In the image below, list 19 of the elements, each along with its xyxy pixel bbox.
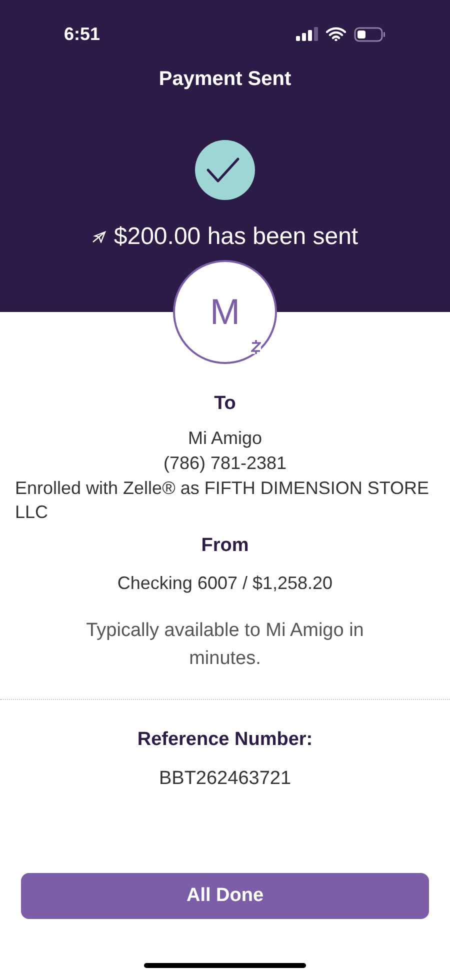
screen-title: Payment Sent xyxy=(158,67,292,92)
reference-label: Reference Number: xyxy=(137,728,313,752)
checkmark-icon xyxy=(194,139,256,201)
zelle-z-icon xyxy=(251,340,261,354)
status-time: 6:51 xyxy=(64,22,100,46)
reference-number: BBT262463721 xyxy=(158,766,292,790)
battery-icon xyxy=(354,26,386,42)
availability-note: Typically available to Mi Amigo in minutes. xyxy=(85,619,365,671)
paper-plane-icon xyxy=(92,231,106,243)
all-done-button[interactable]: All Done xyxy=(21,873,429,919)
signal-icon xyxy=(296,27,318,41)
recipient-name: Mi Amigo xyxy=(188,426,262,450)
enrollment-text: Enrolled with Zelle® as FIFTH DIMENSION STORE LLC xyxy=(14,476,430,524)
to-label: To xyxy=(214,392,236,416)
recipient-phone: (786) 781-2381 xyxy=(163,452,287,474)
amount-message: $200.00 has been sent xyxy=(114,222,358,252)
wifi-icon xyxy=(326,27,346,41)
from-label: From xyxy=(201,534,249,558)
account-info: Checking 6007 / $1,258.20 xyxy=(117,572,333,595)
